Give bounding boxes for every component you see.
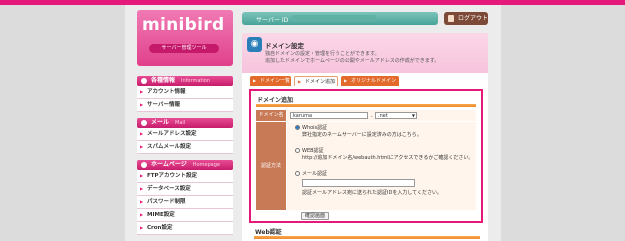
page-description: 独自ドメインの設定・管理を行うことができます。 追加したドメインでホームページの… [265, 51, 439, 65]
domain-settings-icon: ◉ [247, 37, 262, 52]
sidebar-item-mime[interactable]: MIME設定 [137, 209, 233, 222]
domain-add-title: ドメイン追加 [257, 97, 294, 104]
mail-note: 認証メールアドレス宛に送られた認証IDを入力してください。 [302, 190, 443, 196]
sidebar-section-mail: メール Mail [137, 118, 233, 128]
main-content: ◉ ドメイン設定 独自ドメインの設定・管理を行うことができます。 追加したドメイ… [242, 33, 488, 241]
mail-auth-input[interactable] [302, 179, 415, 187]
tab-domain-add[interactable]: ドメイン追加 [294, 76, 338, 87]
page-description-line2: 追加したドメインでホームページの公開やメールアドレスの作成ができます。 [265, 58, 440, 64]
sidebar-item-database[interactable]: データベース設定 [137, 183, 233, 196]
web-radio[interactable] [295, 148, 300, 153]
logo-subtitle: サーバー管理ツール [149, 44, 219, 53]
server-id-value [292, 15, 376, 22]
tld-select[interactable]: .net ▼ [375, 112, 417, 119]
tab-domain-list[interactable]: ドメイン一覧 [250, 76, 291, 86]
server-id-label: サーバー ID [256, 17, 289, 24]
section-subtitle: Information [181, 78, 210, 84]
whois-label: Whois認証 [302, 125, 328, 131]
section-title: 各種情報 [151, 77, 176, 84]
sidebar-section-homepage: ホームページ Homepage [137, 160, 233, 170]
mail-icon [141, 120, 147, 126]
domain-dot: . [371, 112, 373, 119]
section-subtitle: Homepage [192, 162, 220, 168]
logout-button[interactable]: ログアウト [444, 12, 488, 25]
server-id-bar: サーバー ID [242, 12, 438, 25]
web-option[interactable]: WEB認証 [295, 148, 324, 155]
domain-name-input[interactable]: karuma [290, 112, 368, 119]
section-subtitle: Mail [175, 120, 186, 126]
whois-radio[interactable] [295, 125, 300, 130]
sidebar: 各種情報 Information アカウント情報 サーバー情報 メール Mail メ… [137, 76, 233, 235]
mail-option[interactable]: メール認証 [295, 171, 327, 178]
auth-method-label: 認証方法 [256, 122, 286, 210]
mail-label: メール認証 [302, 171, 328, 177]
page-header: ◉ ドメイン設定 独自ドメインの設定・管理を行うことができます。 追加したドメイ… [242, 33, 488, 73]
confirm-button[interactable]: 確認画面 [301, 212, 329, 220]
logo[interactable]: minibird サーバー管理ツール [137, 10, 233, 66]
sidebar-item-server-info[interactable]: サーバー情報 [137, 99, 233, 112]
web-auth-title: Web認証 [255, 229, 282, 236]
tab-original-domain[interactable]: オリジナルドメイン [341, 76, 399, 86]
logo-brand: minibird [142, 15, 225, 35]
section-divider [256, 104, 476, 107]
logout-label: ログアウト [458, 15, 489, 22]
sidebar-item-account-info[interactable]: アカウント情報 [137, 86, 233, 99]
page-title: ドメイン設定 [265, 42, 304, 50]
sidebar-section-info: 各種情報 Information [137, 76, 233, 86]
info-icon [141, 78, 147, 84]
sidebar-item-spam-mail[interactable]: スパムメール設定 [137, 141, 233, 154]
sidebar-item-ftp-account[interactable]: FTPアカウント設定 [137, 170, 233, 183]
chevron-down-icon: ▼ [411, 113, 415, 118]
section-divider [254, 236, 480, 239]
domain-name-label: ドメイン名 [256, 110, 286, 121]
web-label: WEB認証 [302, 148, 324, 154]
domain-name-cell: karuma . .net ▼ [287, 110, 476, 121]
sidebar-item-cron[interactable]: Cron設定 [137, 222, 233, 235]
sidebar-item-password-limit[interactable]: パスワード制限 [137, 196, 233, 209]
tld-value: .net [378, 113, 388, 119]
web-note: http://追加ドメイン名/webauth.htmlにアクセスできるかご確認く… [302, 155, 474, 161]
sidebar-item-mail-address[interactable]: メールアドレス設定 [137, 128, 233, 141]
domain-add-panel: ドメイン追加 ドメイン名 karuma . .net ▼ 認証方法 Whois認証… [249, 89, 483, 223]
domain-add-form: ドメイン名 karuma . .net ▼ 認証方法 Whois認証 弊社指定のネ… [256, 110, 478, 222]
page-description-line1: 独自ドメインの設定・管理を行うことができます。 [265, 51, 380, 57]
mail-radio[interactable] [295, 171, 300, 176]
section-title: メール [151, 119, 170, 126]
whois-option[interactable]: Whois認証 [295, 125, 327, 132]
auth-method-cell: Whois認証 弊社指定のネームサーバーに設定済みの方はこちら。 WEB認証 h… [287, 122, 476, 210]
logout-icon [448, 15, 454, 22]
section-title: ホームページ [151, 161, 187, 168]
home-icon [141, 162, 147, 168]
whois-note: 弊社指定のネームサーバーに設定済みの方はこちら。 [302, 132, 422, 138]
